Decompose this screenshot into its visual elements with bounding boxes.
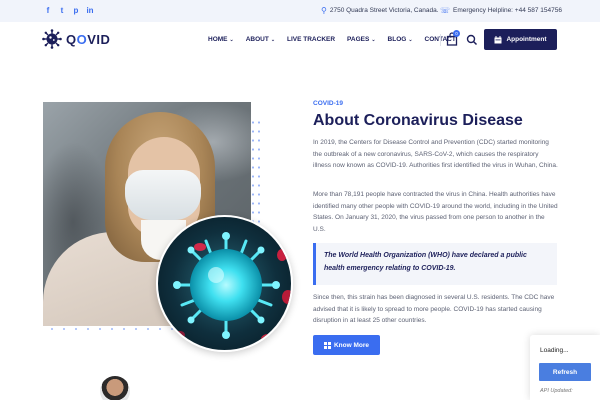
logo-text-q: Q xyxy=(66,31,77,47)
quote-block: The World Health Organization (WHO) have… xyxy=(313,243,557,285)
site-header: QOVID HOME ⌄ ABOUT ⌄ LIVE TRACKER PAGES ⌄ B… xyxy=(0,22,600,58)
refresh-button[interactable]: Refresh xyxy=(539,363,591,381)
nav-about[interactable]: ABOUT ⌄ xyxy=(246,36,275,43)
search-button[interactable] xyxy=(466,33,478,46)
logo-text-o: O xyxy=(76,31,88,47)
section-title: About Coronavirus Disease xyxy=(313,112,523,129)
helpline-text: Emergency Helpline: +44 587 154756 xyxy=(453,7,562,14)
nav-about-label: ABOUT xyxy=(245,36,269,43)
chevron-down-icon: ⌄ xyxy=(229,36,234,43)
pinterest-icon[interactable]: p xyxy=(72,5,80,17)
paragraph-1: In 2019, the Centers for Disease Control… xyxy=(313,139,558,169)
nav-home[interactable]: HOME ⌄ xyxy=(208,36,234,43)
nav-blog-label: BLOG xyxy=(387,36,407,43)
top-bar: f t p in ⚲ 2750 Quadra Street Victoria, … xyxy=(0,0,600,22)
cart-count-badge: 0 xyxy=(453,30,460,37)
quote-text: The World Health Organization (WHO) have… xyxy=(324,252,527,272)
covid-stats-widget: Loading... Refresh API Updated: xyxy=(530,335,600,400)
chevron-down-icon: ⌄ xyxy=(270,36,276,43)
map-pin-icon: ⚲ xyxy=(321,6,327,15)
grid-icon xyxy=(323,341,331,349)
chevron-down-icon: ⌄ xyxy=(371,36,376,43)
logo-text-vid: VID xyxy=(87,31,111,47)
calendar-icon xyxy=(494,35,502,43)
logo-text: QOVID xyxy=(66,32,110,47)
facebook-icon[interactable]: f xyxy=(44,5,52,17)
twitter-icon[interactable]: t xyxy=(58,5,66,17)
nav-blog[interactable]: BLOG ⌄ xyxy=(388,36,413,43)
team-member-avatar xyxy=(100,376,130,400)
chevron-down-icon: ⌄ xyxy=(408,36,413,43)
helpline-info: ☏ Emergency Helpline: +44 587 154756 xyxy=(440,6,562,15)
phone-icon: ☏ xyxy=(440,6,451,15)
know-more-label: Know More xyxy=(333,341,370,349)
address-info: ⚲ 2750 Quadra Street Victoria, Canada. xyxy=(321,6,439,15)
appointment-button[interactable]: Appointment xyxy=(484,29,557,50)
paragraph-3: Since then, this strain has been diagnos… xyxy=(313,294,555,324)
search-icon xyxy=(466,34,478,46)
virus-image xyxy=(156,215,293,352)
widget-api-status: API Updated: xyxy=(540,388,573,394)
section-eyebrow: COVID-19 xyxy=(313,100,343,107)
nav-live-tracker-label: LIVE TRACKER xyxy=(287,36,336,43)
main-nav: HOME⌄ ABOUT⌄ LIVE TRACKER PAGES⌄ BLOG⌄ C… xyxy=(208,36,456,43)
site-logo[interactable]: QOVID xyxy=(42,29,110,49)
linkedin-icon[interactable]: in xyxy=(86,5,94,17)
appointment-label: Appointment xyxy=(506,36,547,43)
nav-divider xyxy=(440,34,441,46)
refresh-label: Refresh xyxy=(552,368,578,376)
social-links: f t p in xyxy=(44,5,94,17)
nav-home-label: HOME xyxy=(208,36,228,43)
nav-live-tracker[interactable]: LIVE TRACKER xyxy=(287,36,335,43)
photo-mask xyxy=(125,170,201,220)
virus-illustration xyxy=(173,232,291,344)
nav-pages[interactable]: PAGES ⌄ xyxy=(347,36,375,43)
paragraph-2: More than 78,191 people have contracted … xyxy=(313,191,558,233)
widget-loading-text: Loading... xyxy=(540,347,569,354)
virus-logo-icon xyxy=(42,29,62,49)
address-text: 2750 Quadra Street Victoria, Canada. xyxy=(329,7,439,14)
nav-pages-label: PAGES xyxy=(347,36,370,43)
cart-button[interactable]: 0 xyxy=(446,30,460,46)
know-more-button[interactable]: Know More xyxy=(313,335,380,355)
